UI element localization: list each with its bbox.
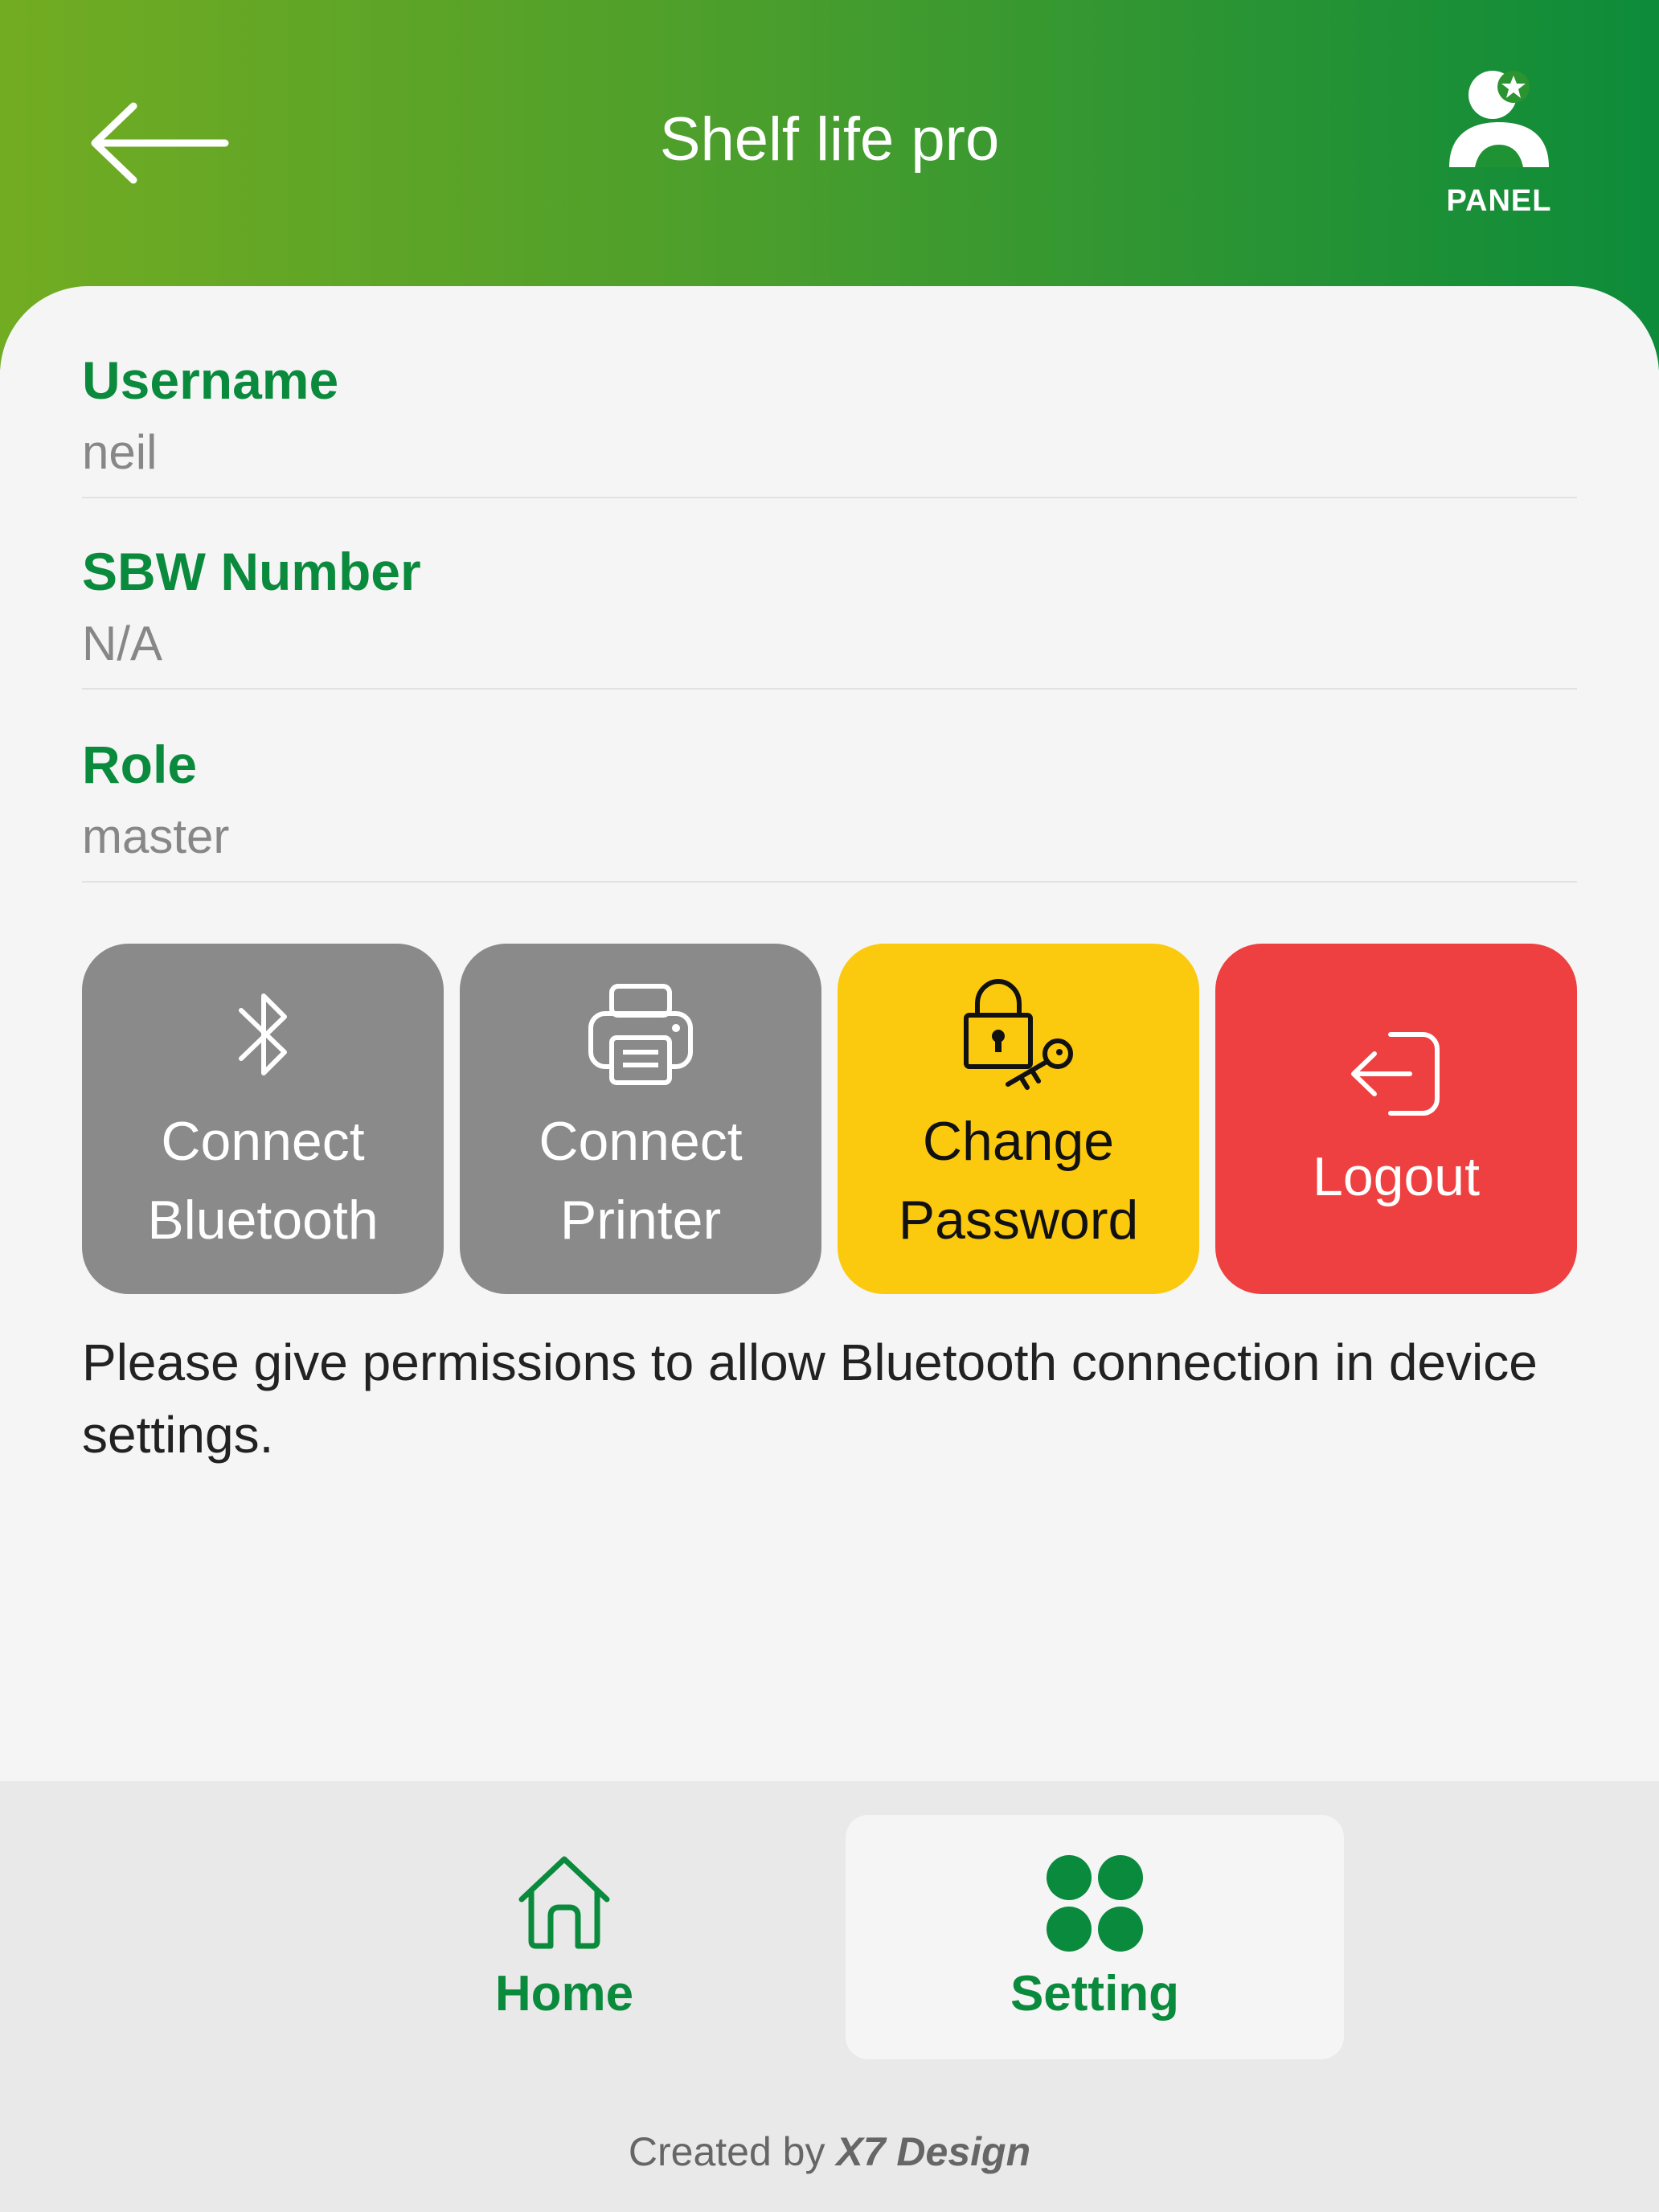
username-field: Username neil [82,344,1577,498]
tab-setting-label: Setting [1010,1965,1180,2022]
username-label: Username [82,350,339,410]
panel-label: PANEL [1446,184,1552,218]
role-value: master [82,809,230,863]
sbw-number-label: SBW Number [82,542,421,601]
username-value: neil [82,425,158,479]
role-label: Role [82,735,198,794]
footer-credit: Created by X7 Design [0,2128,1659,2175]
bottom-navigation: Home Setting Created by X7 Design [0,1781,1659,2212]
lock-key-icon [964,978,1073,1090]
connect-bluetooth-label: Connect Bluetooth [147,1111,379,1251]
sbw-number-value: N/A [82,616,163,670]
tab-home[interactable]: Home [315,1815,813,2059]
change-password-label: Change Password [898,1111,1139,1251]
logout-label: Logout [1313,1146,1480,1207]
grid-dots-icon [1047,1854,1143,1952]
sbw-number-field: SBW Number N/A [82,535,1577,690]
credit-brand: X7 Design [836,2129,1031,2174]
role-field: Role master [82,728,1577,883]
bluetooth-icon [239,993,287,1075]
panel-button[interactable]: PANEL [1439,64,1559,225]
logout-button[interactable]: Logout [1215,944,1577,1294]
logout-icon [1351,1032,1440,1116]
change-password-button[interactable]: Change Password [838,944,1199,1294]
connect-printer-label: Connect Printer [539,1111,743,1251]
page-title: Shelf life pro [659,105,1000,174]
bluetooth-permission-notice: Please give permissions to allow Bluetoo… [82,1333,1538,1464]
connect-bluetooth-button[interactable]: Connect Bluetooth [82,944,444,1294]
credit-prefix: Created by [628,2129,825,2174]
home-icon [518,1856,610,1948]
tab-setting[interactable]: Setting [846,1815,1344,2059]
user-star-icon [1449,71,1549,167]
printer-icon [588,984,693,1085]
action-buttons: Connect Bluetooth Connect Printer Change… [82,944,1577,1294]
connect-printer-button[interactable]: Connect Printer [460,944,821,1294]
tab-home-label: Home [494,1965,634,2022]
